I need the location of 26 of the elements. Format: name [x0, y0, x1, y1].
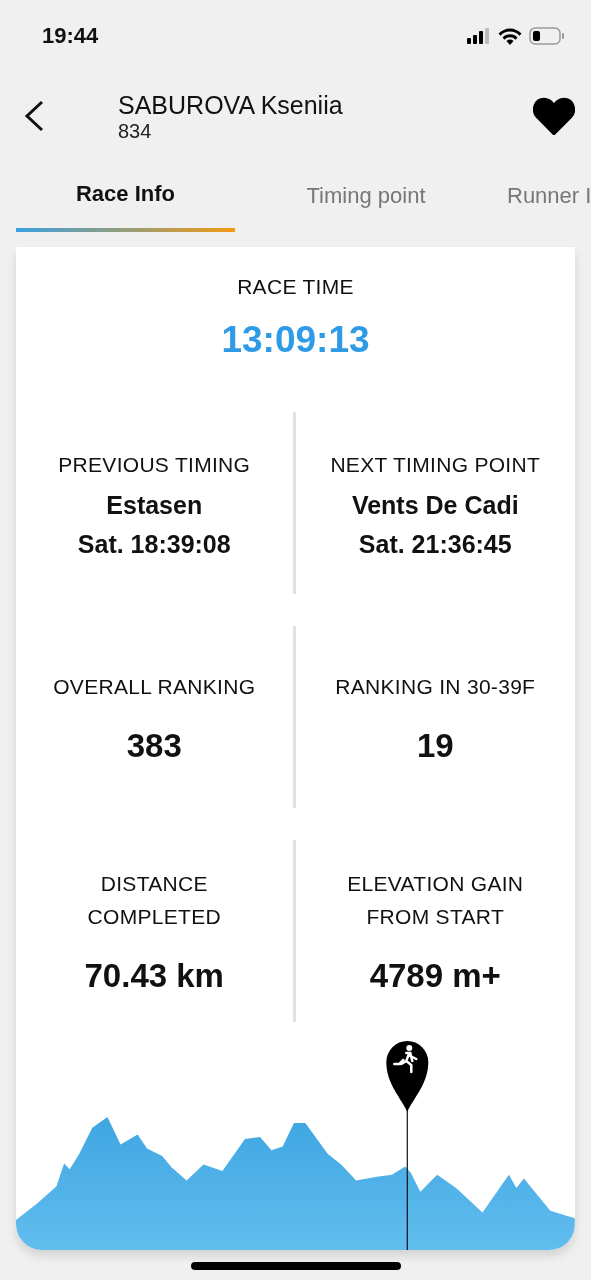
stat-label: NEXT TIMING POINT — [330, 451, 541, 478]
place-name: Vents De Cadi — [351, 490, 519, 520]
runner-name: SABUROVA Kseniia — [118, 89, 344, 120]
stat-value: 19 — [416, 726, 454, 765]
place-name: Estasen — [106, 490, 203, 520]
battery-icon — [529, 27, 565, 45]
tab[interactable]: Race Info — [16, 160, 235, 232]
bib-number: 834 — [118, 119, 153, 143]
place-time: Sat. 21:36:45 — [358, 529, 512, 559]
stat-value: 70.43 km — [84, 957, 224, 995]
stat-value: 383 — [126, 726, 182, 765]
place-time: Sat. 18:39:08 — [77, 529, 231, 559]
clock-time: 19:44 — [42, 23, 99, 49]
stat-value: 4789 m+ — [369, 957, 501, 995]
stat-label: RANKING IN 30-39F — [335, 673, 536, 700]
stat-label: ELEVATION GAIN FROM START — [347, 871, 524, 930]
race-time-label: RACE TIME — [237, 275, 354, 299]
tab[interactable]: Runner I — [497, 160, 591, 232]
race-time-value: 13:09:13 — [221, 319, 370, 361]
favorite-button[interactable] — [533, 97, 575, 135]
stat-label: PREVIOUS TIMING — [58, 451, 251, 478]
stat-label: OVERALL RANKING — [53, 673, 256, 700]
wifi-icon — [498, 27, 522, 45]
signal-icon — [467, 28, 491, 44]
tab[interactable]: Timing point — [235, 160, 497, 232]
stat-label: DISTANCE COMPLETED — [87, 871, 221, 930]
